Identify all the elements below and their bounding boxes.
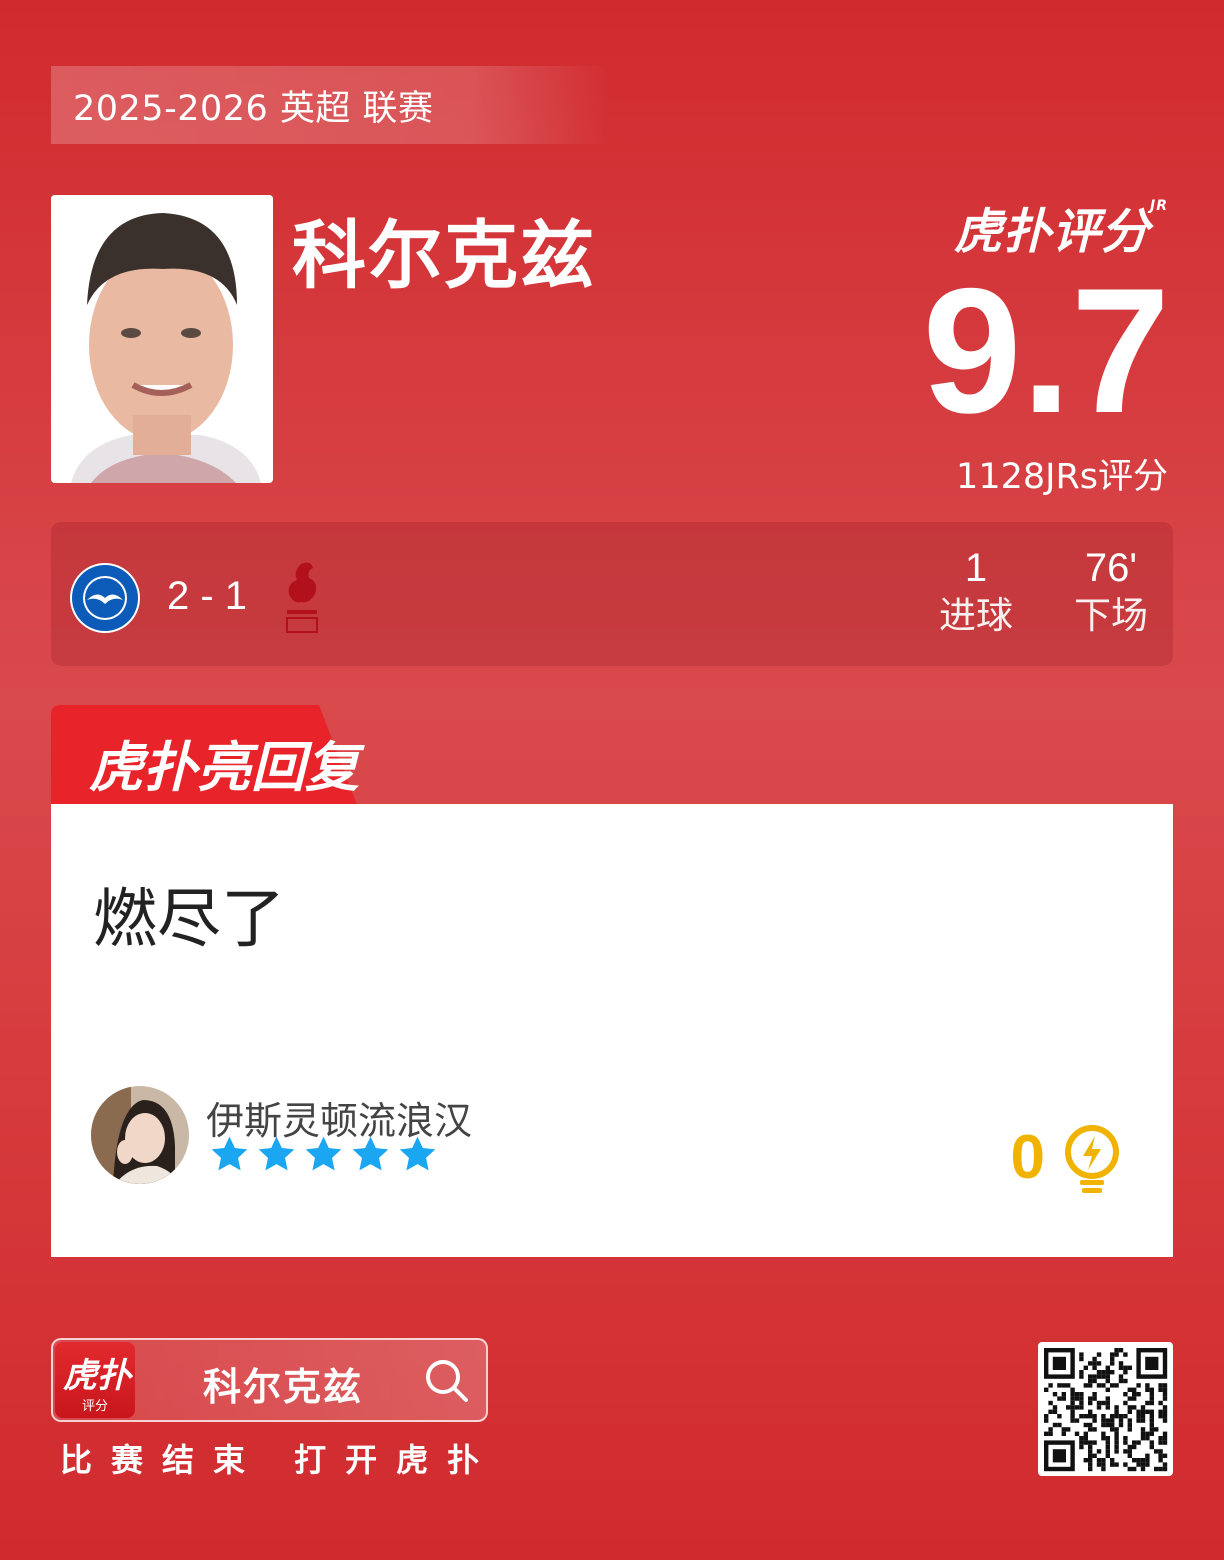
comment-text: 燃尽了 xyxy=(93,883,285,957)
league-banner: 2025-2026 英超 联赛 xyxy=(51,66,611,144)
star-icon xyxy=(399,1136,436,1171)
player-photo xyxy=(51,195,273,483)
brighton-badge-icon xyxy=(69,562,141,634)
star-icon xyxy=(258,1136,295,1171)
logo-jr: JR xyxy=(1150,198,1168,214)
lightbulb-icon[interactable] xyxy=(1061,1124,1123,1196)
star-icon xyxy=(352,1136,389,1171)
stat-goals: 1 进球 xyxy=(931,544,1021,640)
star-icon xyxy=(211,1136,248,1171)
app-icon-sub: 评分 xyxy=(81,1399,108,1414)
open-app-cta: 比赛结束 打开虎扑 xyxy=(60,1441,499,1479)
light-count: 0 xyxy=(1010,1123,1045,1192)
stat-sub-value: 76' xyxy=(1084,546,1138,590)
search-box[interactable]: 虎扑 评分 科尔克兹 xyxy=(51,1338,488,1422)
search-icon[interactable] xyxy=(424,1358,470,1404)
comment-header-label: 虎扑亮回复 xyxy=(89,736,359,799)
match-panel: 2 - 1 1 进球 76' 下场 xyxy=(51,522,1173,666)
match-score: 2 - 1 xyxy=(167,574,248,618)
stat-goals-value: 1 xyxy=(964,546,988,590)
app-icon-title: 虎扑 xyxy=(63,1356,131,1396)
rating-count: 1128JRs评分 xyxy=(956,457,1168,497)
search-term[interactable]: 科尔克兹 xyxy=(203,1356,363,1411)
star-rating xyxy=(209,1134,438,1175)
star-icon xyxy=(305,1136,342,1171)
liverpool-badge-icon xyxy=(279,558,325,636)
qr-code xyxy=(1038,1342,1173,1476)
stat-goals-label: 进球 xyxy=(939,594,1013,637)
comment-card[interactable]: 燃尽了 伊斯灵顿流浪汉 0 xyxy=(51,804,1173,1257)
stat-substituted: 76' 下场 xyxy=(1061,544,1161,640)
player-name: 科尔克兹 xyxy=(292,213,596,299)
stat-sub-label: 下场 xyxy=(1074,594,1148,637)
league-label: 2025-2026 英超 联赛 xyxy=(73,88,434,129)
rating-score: 9.7 xyxy=(922,251,1170,450)
hupu-app-icon[interactable]: 虎扑 评分 xyxy=(55,1342,135,1418)
comment-section-header: 虎扑亮回复JR xyxy=(51,705,359,819)
avatar[interactable] xyxy=(91,1086,189,1184)
